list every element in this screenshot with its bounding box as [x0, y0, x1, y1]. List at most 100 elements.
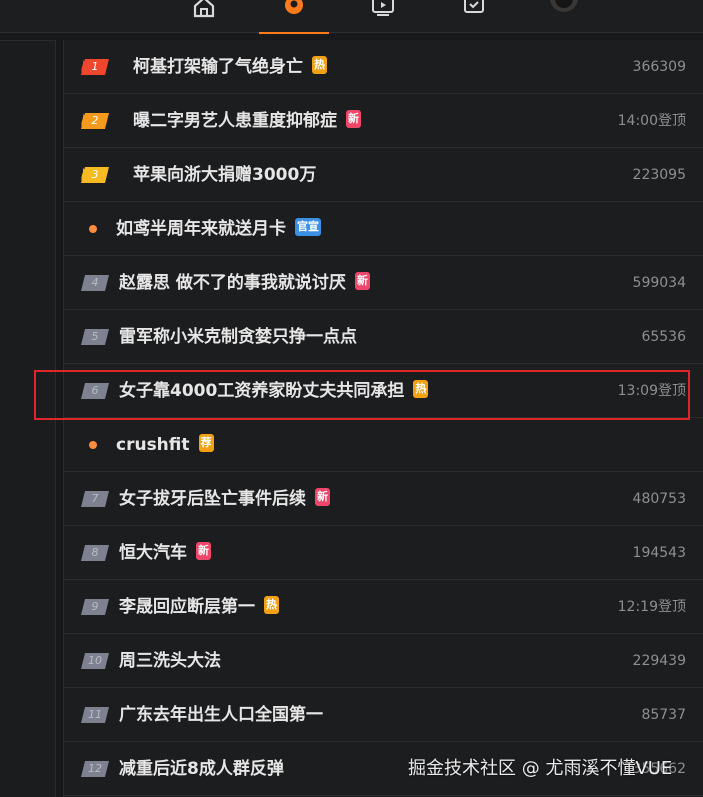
hot-item-title-text: 曝二字男艺人患重度抑郁症: [133, 111, 337, 131]
rank-number: 1: [91, 60, 99, 73]
hot-list-item[interactable]: 6 女子靠4000工资养家盼丈夫共同承担热 13:09登顶: [64, 364, 703, 418]
tag-badge-new: 新: [315, 488, 330, 506]
home-icon: [193, 0, 215, 18]
rank-badge: 5: [80, 328, 110, 346]
hot-item-title[interactable]: 苹果向浙大捐赠3000万: [133, 148, 316, 202]
rank-number: 11: [88, 708, 102, 721]
rank-badge: 4: [80, 274, 110, 292]
rank-badge: 8: [80, 544, 110, 562]
hot-list-item[interactable]: crushfit 荐: [64, 418, 703, 472]
rank-number: 3: [91, 168, 99, 181]
hot-item-title-text: 赵露思 做不了的事我就说讨厌: [119, 273, 346, 293]
tag-badge-hot: 热: [413, 380, 429, 398]
hot-list-item[interactable]: 5 雷军称小米克制贪婪只挣一点点 65536: [64, 310, 703, 364]
hot-item-title[interactable]: 雷军称小米克制贪婪只挣一点点: [119, 310, 357, 364]
hot-list-item[interactable]: 8 恒大汽车新 194543: [64, 526, 703, 580]
hot-item-title-text: 苹果向浙大捐赠3000万: [133, 165, 317, 185]
tab-hot[interactable]: [259, 0, 329, 34]
hot-list-item[interactable]: 1 柯基打架输了气绝身亡热 366309: [64, 40, 703, 94]
hot-item-title-text: 李晟回应断层第一: [119, 597, 255, 617]
hot-item-title-text: 女子靠4000工资养家盼丈夫共同承担: [119, 381, 405, 401]
hot-item-title[interactable]: 李晟回应断层第一热: [119, 580, 279, 634]
hot-item-metric: 480753: [632, 491, 686, 507]
tag-badge-rec: 荐: [198, 434, 214, 452]
hot-item-title-text: 如鸢半周年来就送月卡: [116, 219, 286, 239]
tag-badge-new: 新: [196, 542, 211, 560]
hot-item-title[interactable]: 柯基打架输了气绝身亡热: [133, 40, 327, 94]
hot-list-item[interactable]: 11 广东去年出生人口全国第一 85737: [64, 688, 703, 742]
hot-item-metric: 85737: [641, 707, 686, 723]
rank-badge: 7: [80, 490, 110, 508]
hot-list-item[interactable]: 4 赵露思 做不了的事我就说讨厌新 599034: [64, 256, 703, 310]
rank-number: 7: [91, 492, 99, 505]
hot-flame-icon: [285, 0, 303, 14]
tag-badge-hot: 热: [264, 596, 279, 614]
rank-badge: 11: [80, 706, 110, 724]
top-nav-bar: [0, 0, 703, 34]
promoted-dot-icon: [89, 441, 97, 449]
hot-item-title-text: 减重后近8成人群反弹: [119, 759, 284, 779]
hot-item-title[interactable]: crushfit 荐: [116, 418, 214, 472]
tag-badge-official: 官宣: [295, 218, 321, 236]
hot-list: 1 柯基打架输了气绝身亡热 366309 2 曝二字男艺人患重度抑郁症新 14:00登顶 3…: [63, 40, 703, 797]
hot-item-title[interactable]: 女子靠4000工资养家盼丈夫共同承担热: [119, 364, 429, 418]
hot-item-metric: 65536: [641, 329, 686, 345]
rank-badge: 6: [80, 382, 110, 400]
hot-item-title-text: 柯基打架输了气绝身亡: [133, 57, 303, 77]
hot-list-item[interactable]: 如鸢半周年来就送月卡 官宣: [64, 202, 703, 256]
rank-number: 2: [91, 114, 99, 127]
hot-item-title-text: 广东去年出生人口全国第一: [119, 705, 323, 725]
hot-item-title-text: 周三洗头大法: [119, 651, 221, 671]
tag-badge-new: 新: [354, 272, 370, 290]
tab-checkin[interactable]: [439, 0, 509, 33]
promoted-dot-icon: [89, 225, 97, 233]
hot-list-item[interactable]: 9 李晟回应断层第一热 12:19登顶: [64, 580, 703, 634]
hot-item-title[interactable]: 赵露思 做不了的事我就说讨厌新: [119, 256, 370, 310]
rank-number: 12: [88, 762, 102, 775]
hot-item-title[interactable]: 女子拔牙后坠亡事件后续新: [119, 472, 330, 526]
hot-item-metric: 366309: [632, 59, 686, 75]
rank-badge: 1: [80, 58, 110, 76]
tab-video[interactable]: [348, 0, 418, 33]
hot-item-metric: 14:00登顶: [617, 113, 686, 129]
hot-list-item[interactable]: 2 曝二字男艺人患重度抑郁症新 14:00登顶: [64, 94, 703, 148]
hot-item-title[interactable]: 周三洗头大法: [119, 634, 221, 688]
hot-item-title-text: crushfit: [116, 435, 190, 455]
avatar: [550, 0, 578, 12]
hot-item-title[interactable]: 曝二字男艺人患重度抑郁症新: [133, 94, 361, 148]
rank-badge: 3: [80, 166, 110, 184]
calendar-check-icon: [464, 0, 484, 13]
rank-number: 6: [91, 384, 99, 397]
hot-item-title-text: 女子拔牙后坠亡事件后续: [119, 489, 306, 509]
rank-number: 10: [88, 654, 102, 667]
hot-list-item[interactable]: 3 苹果向浙大捐赠3000万 223095: [64, 148, 703, 202]
rank-badge: 2: [80, 112, 110, 130]
hot-item-metric: 599034: [632, 275, 686, 291]
hot-item-metric: 223095: [632, 167, 686, 183]
tab-profile[interactable]: [529, 0, 599, 33]
watermark: 掘金技术社区 @ 尤雨溪不懂VUE: [408, 758, 673, 779]
hot-item-title[interactable]: 广东去年出生人口全国第一: [119, 688, 323, 742]
tag-badge-hot: 热: [312, 56, 327, 74]
tv-icon: [372, 0, 394, 16]
hot-item-metric: 13:09登顶: [617, 383, 686, 399]
hot-item-title-text: 恒大汽车: [119, 543, 187, 563]
tag-badge-new: 新: [346, 110, 361, 128]
rank-number: 9: [91, 600, 99, 613]
hot-item-title[interactable]: 如鸢半周年来就送月卡 官宣: [116, 202, 321, 256]
left-sidebar: [0, 40, 56, 797]
rank-number: 8: [91, 546, 99, 559]
hot-item-metric: 12:19登顶: [617, 599, 686, 615]
hot-list-item[interactable]: 10 周三洗头大法 229439: [64, 634, 703, 688]
hot-item-metric: 229439: [632, 653, 686, 669]
rank-badge: 9: [80, 598, 110, 616]
hot-item-title-text: 雷军称小米克制贪婪只挣一点点: [119, 327, 357, 347]
rank-badge: 12: [80, 760, 110, 778]
rank-number: 4: [91, 276, 99, 289]
hot-list-item[interactable]: 7 女子拔牙后坠亡事件后续新 480753: [64, 472, 703, 526]
tab-home[interactable]: [169, 0, 239, 33]
rank-number: 5: [91, 330, 99, 343]
hot-item-title[interactable]: 恒大汽车新: [119, 526, 211, 580]
hot-item-title[interactable]: 减重后近8成人群反弹: [119, 742, 284, 796]
hot-item-metric: 194543: [632, 545, 686, 561]
